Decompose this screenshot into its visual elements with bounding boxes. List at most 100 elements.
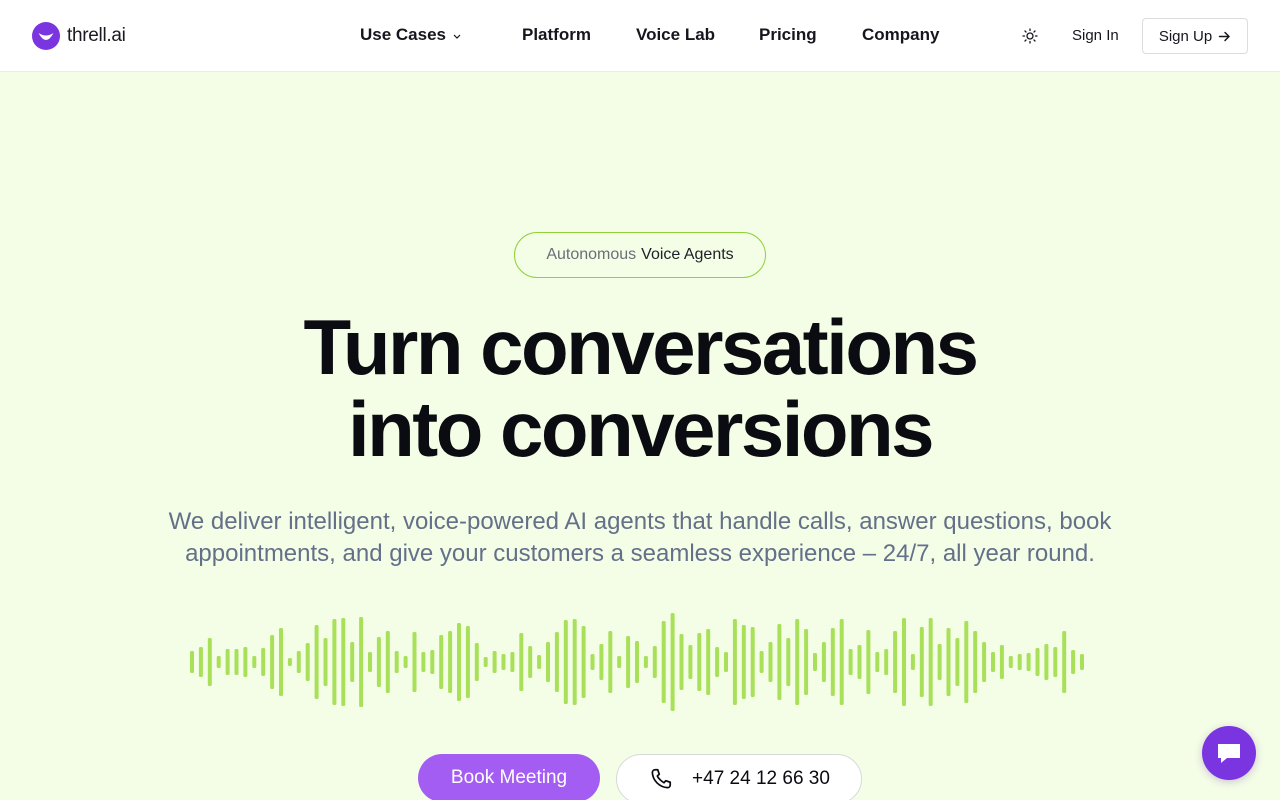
brand-logo[interactable]: threll.ai [32, 22, 126, 50]
waveform-bar [661, 621, 666, 703]
waveform-bar [1008, 656, 1013, 668]
waveform-bar [421, 652, 426, 672]
waveform-bar [928, 618, 933, 706]
waveform-bar [1080, 654, 1084, 670]
waveform-bar [848, 649, 853, 675]
waveform-bar [910, 654, 915, 670]
waveform-bar [839, 619, 844, 705]
waveform-bar [323, 638, 328, 686]
waveform-bar [492, 651, 497, 673]
waveform-bar [261, 648, 266, 676]
waveform-bar [777, 624, 782, 700]
waveform-bar [519, 633, 524, 691]
nav-pricing[interactable]: Pricing [759, 25, 817, 45]
waveform-bar [287, 658, 292, 666]
hero-headline-line-1: Turn conversations [303, 303, 979, 391]
waveform-bar [528, 646, 533, 678]
waveform-bar [1035, 648, 1040, 676]
waveform-bar [857, 645, 862, 679]
sign-in-link[interactable]: Sign In [1072, 27, 1119, 44]
waveform-bar [732, 619, 737, 705]
waveform-bar [750, 627, 755, 697]
waveform-bar [821, 642, 826, 682]
voice-waveform [190, 613, 1084, 711]
book-meeting-button[interactable]: Book Meeting [418, 754, 600, 800]
nav-company[interactable]: Company [862, 25, 939, 45]
waveform-bar [403, 656, 408, 668]
waveform-bar [973, 631, 978, 693]
waveform-bar [875, 652, 880, 672]
waveform-bar [759, 651, 764, 673]
waveform-bar [919, 627, 924, 697]
phone-icon [651, 768, 672, 789]
waveform-bar [270, 635, 275, 689]
waveform-bar [884, 649, 889, 675]
waveform-bar [501, 654, 506, 670]
waveform-bar [964, 621, 969, 703]
chat-bubble-icon [1218, 744, 1240, 763]
waveform-bar [590, 654, 595, 670]
chevron-down-icon [453, 34, 461, 39]
waveform-bar [412, 632, 417, 692]
waveform-bar [279, 628, 283, 696]
waveform-bar [697, 633, 702, 691]
site-header: threll.ai Use Cases Platform Voice Lab P… [0, 0, 1280, 72]
waveform-bar [982, 642, 987, 682]
phone-call-button[interactable]: +47 24 12 66 30 [616, 754, 862, 800]
waveform-bar [688, 645, 693, 679]
waveform-bar [893, 631, 898, 693]
sign-up-button[interactable]: Sign Up [1142, 18, 1248, 54]
waveform-bar [198, 647, 203, 677]
waveform-bar [617, 656, 622, 668]
phone-number: +47 24 12 66 30 [692, 768, 830, 789]
waveform-bar [296, 651, 301, 673]
waveform-bar [768, 642, 773, 682]
brand-name: threll.ai [67, 25, 126, 46]
waveform-bar [439, 635, 444, 689]
hero-subtext: We deliver intelligent, voice-powered AI… [168, 508, 1112, 567]
waveform-bar [670, 613, 675, 711]
waveform-bar [216, 656, 221, 668]
nav-use-cases[interactable]: Use Cases [360, 25, 462, 45]
waveform-bar [572, 619, 577, 705]
waveform-bar [1044, 644, 1049, 680]
waveform-bar [643, 656, 648, 668]
waveform-bar [332, 619, 337, 705]
waveform-bar [234, 649, 239, 675]
hero-headline-line-2: into conversions [347, 385, 935, 473]
waveform-bar [635, 641, 639, 683]
waveform-bar [225, 649, 230, 675]
waveform-bar [652, 646, 657, 678]
waveform-bar [599, 644, 604, 680]
arrow-right-icon [1218, 31, 1230, 41]
sign-up-label: Sign Up [1158, 27, 1213, 45]
waveform-bar [804, 629, 809, 695]
theme-toggle-button[interactable] [1020, 26, 1040, 46]
hero-headline: Turn conversations into conversions [0, 306, 1280, 470]
waveform-bar [902, 618, 906, 706]
waveform-bar [563, 620, 568, 704]
waveform-bar [341, 618, 346, 706]
waveform-bar [999, 645, 1004, 679]
waveform-bar [1017, 654, 1022, 670]
waveform-bar [866, 630, 871, 694]
smile-logo-icon [32, 22, 60, 50]
waveform-bar [546, 642, 550, 682]
waveform-bar [608, 631, 613, 693]
waveform-bar [786, 638, 791, 686]
nav-voice-lab[interactable]: Voice Lab [636, 25, 715, 45]
waveform-bar [724, 652, 728, 672]
sun-icon [1022, 28, 1038, 44]
waveform-bar [243, 647, 248, 677]
nav-platform[interactable]: Platform [522, 25, 591, 45]
waveform-bar [1071, 650, 1076, 674]
waveform-bar [448, 631, 453, 693]
waveform-bar [715, 647, 720, 677]
waveform-bar [626, 636, 631, 688]
waveform-bar [350, 642, 355, 682]
nav-use-cases-label: Use Cases [360, 25, 447, 44]
waveform-bar [1062, 631, 1067, 693]
chat-widget-button[interactable] [1202, 726, 1256, 780]
waveform-bar [394, 651, 399, 673]
waveform-bar [706, 629, 711, 695]
